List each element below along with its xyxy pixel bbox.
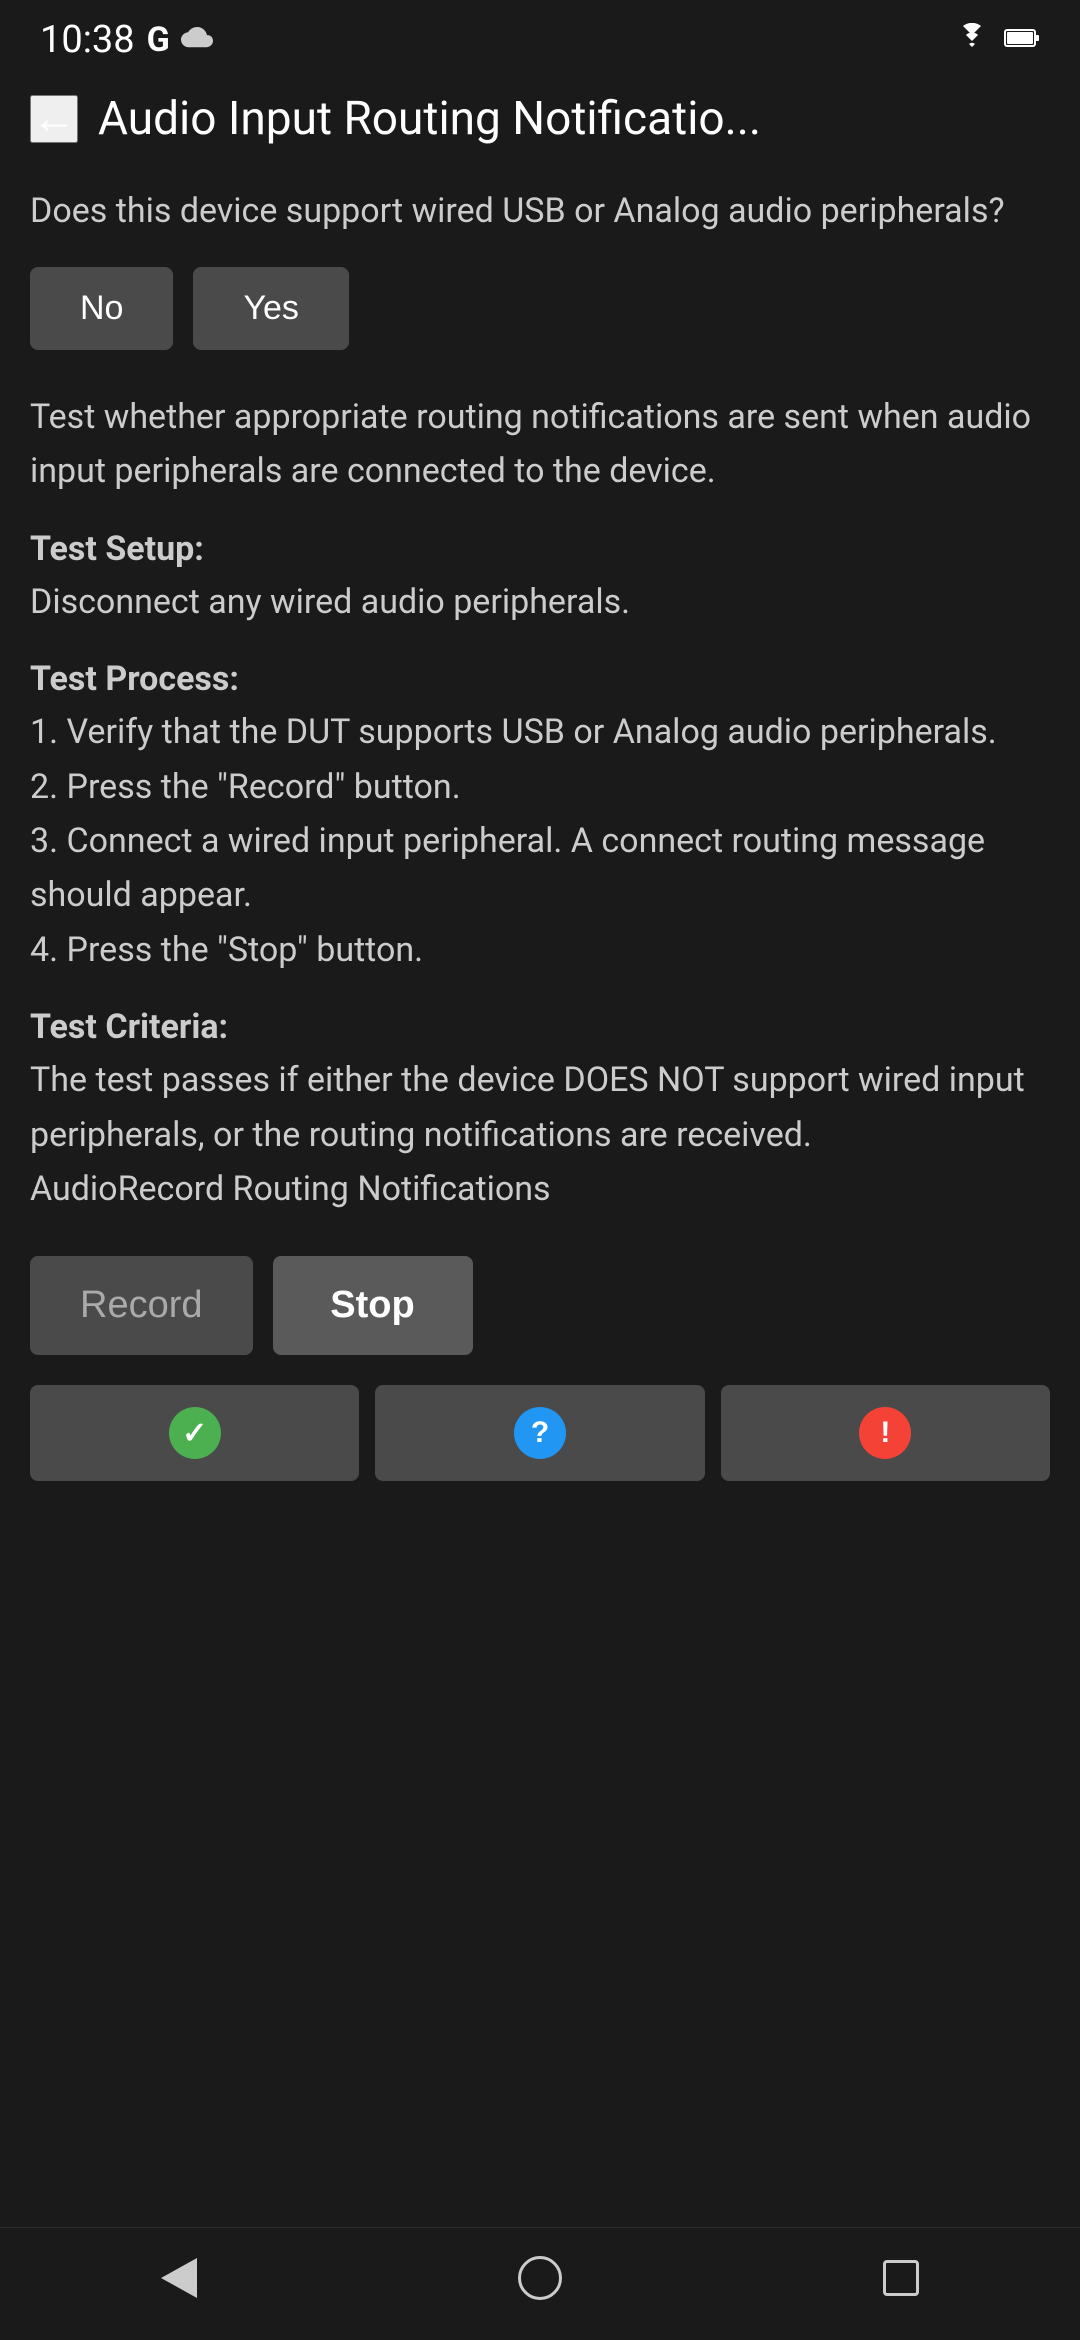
back-triangle-icon	[161, 2258, 197, 2298]
nav-bar	[0, 2227, 1080, 2340]
test-process-content: 1. Verify that the DUT supports USB or A…	[30, 705, 1050, 977]
recent-square-icon	[883, 2260, 919, 2296]
result-buttons: ✓ ? !	[30, 1385, 1050, 1481]
action-buttons: Record Stop	[30, 1256, 1050, 1355]
header: ← Audio Input Routing Notificatio...	[0, 72, 1080, 166]
no-button[interactable]: No	[30, 267, 173, 350]
test-setup-label: Test Setup:	[30, 529, 1050, 569]
wifi-icon	[952, 23, 992, 57]
google-icon: G	[147, 20, 170, 60]
status-right	[952, 23, 1040, 57]
home-circle-icon	[518, 2256, 562, 2300]
back-button[interactable]: ←	[30, 95, 78, 143]
nav-recent-button[interactable]	[883, 2260, 919, 2296]
description-text: Test whether appropriate routing notific…	[30, 390, 1050, 499]
battery-icon	[1004, 28, 1040, 52]
test-criteria-content: The test passes if either the device DOE…	[30, 1053, 1050, 1216]
question-text: Does this device support wired USB or An…	[30, 186, 1050, 237]
nav-back-button[interactable]	[161, 2258, 197, 2298]
status-bar: 10:38 G	[0, 0, 1080, 72]
record-button[interactable]: Record	[30, 1256, 253, 1355]
status-left: 10:38 G	[40, 18, 214, 62]
yn-buttons: No Yes	[30, 267, 1050, 350]
main-content: Does this device support wired USB or An…	[0, 166, 1080, 1531]
page-title: Audio Input Routing Notificatio...	[98, 92, 1050, 146]
info-icon: ?	[514, 1407, 566, 1459]
nav-home-button[interactable]	[518, 2256, 562, 2300]
fail-icon: !	[859, 1407, 911, 1459]
pass-button[interactable]: ✓	[30, 1385, 359, 1481]
status-icons-left: G	[147, 20, 214, 60]
test-process-label: Test Process:	[30, 659, 1050, 699]
fail-button[interactable]: !	[721, 1385, 1050, 1481]
test-setup-content: Disconnect any wired audio peripherals.	[30, 575, 1050, 629]
info-button[interactable]: ?	[375, 1385, 704, 1481]
yes-button[interactable]: Yes	[193, 267, 348, 350]
cloud-icon	[178, 20, 214, 60]
status-time: 10:38	[40, 18, 135, 62]
pass-icon: ✓	[169, 1407, 221, 1459]
stop-button[interactable]: Stop	[273, 1256, 473, 1355]
test-criteria-label: Test Criteria:	[30, 1007, 1050, 1047]
